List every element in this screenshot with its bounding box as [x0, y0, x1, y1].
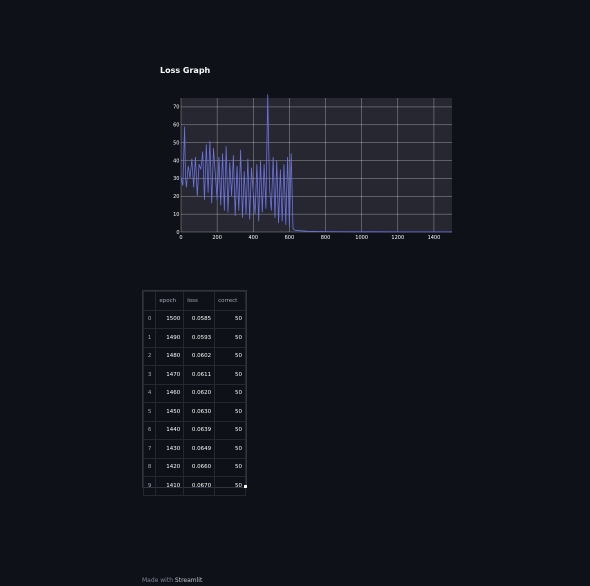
- loss-cell[interactable]: 0.0660: [183, 457, 216, 477]
- x-tick-label: 1000: [355, 235, 368, 241]
- epoch-cell[interactable]: 1460: [155, 383, 185, 403]
- loss-cell[interactable]: 0.0611: [183, 365, 216, 385]
- y-tick-label: 0: [176, 230, 179, 236]
- epoch-cell[interactable]: 1470: [155, 365, 185, 385]
- loss-cell[interactable]: 0.0649: [183, 439, 216, 459]
- loss-cell[interactable]: 0.0639: [183, 420, 216, 440]
- x-tick-label: 1400: [428, 235, 441, 241]
- row-index: 0: [142, 309, 157, 329]
- y-tick-label: 50: [173, 140, 179, 146]
- loss-cell[interactable]: 0.0585: [183, 309, 216, 329]
- epoch-cell[interactable]: 1420: [155, 457, 185, 477]
- epoch-table[interactable]: epoch loss correct 0 1500 0.0585 50 1 14…: [142, 290, 247, 496]
- x-tick-label: 0: [179, 235, 182, 241]
- loss-cell[interactable]: 0.0620: [183, 383, 216, 403]
- row-index: 5: [142, 402, 157, 422]
- correct-cell[interactable]: 50: [214, 383, 246, 403]
- x-tick-label: 600: [285, 235, 295, 241]
- y-tick-label: 70: [173, 105, 179, 111]
- loss-cell[interactable]: 0.0670: [183, 476, 216, 496]
- table-row: 9 1410 0.0670 50: [142, 476, 246, 496]
- row-index: 3: [142, 365, 157, 385]
- table-row: 4 1460 0.0620 50: [142, 383, 246, 403]
- y-tick-label: 60: [173, 123, 179, 129]
- y-tick-label: 20: [173, 194, 179, 200]
- table-resize-handle[interactable]: [244, 485, 247, 488]
- table-row: 5 1450 0.0630 50: [142, 402, 246, 422]
- row-index: 8: [142, 457, 157, 477]
- row-index: 2: [142, 346, 157, 366]
- correct-cell[interactable]: 50: [214, 439, 246, 459]
- correct-cell[interactable]: 50: [214, 476, 246, 496]
- y-tick-label: 30: [173, 176, 179, 182]
- y-tick-label: 40: [173, 158, 179, 164]
- table-row: 7 1430 0.0649 50: [142, 439, 246, 459]
- correct-cell[interactable]: 50: [214, 346, 246, 366]
- chart-title: Loss Graph: [160, 66, 211, 75]
- x-tick-label: 1200: [391, 235, 404, 241]
- y-tick-label: 10: [173, 212, 179, 218]
- x-tick-label: 400: [248, 235, 258, 241]
- row-index: 9: [142, 476, 157, 496]
- loss-cell[interactable]: 0.0630: [183, 402, 216, 422]
- table-row: 6 1440 0.0639 50: [142, 420, 246, 440]
- correct-cell[interactable]: 50: [214, 420, 246, 440]
- column-header-epoch[interactable]: epoch: [155, 291, 185, 311]
- x-tick-label: 800: [321, 235, 331, 241]
- table-row: 8 1420 0.0660 50: [142, 457, 246, 477]
- table-row: 3 1470 0.0611 50: [142, 365, 246, 385]
- x-tick-label: 200: [212, 235, 222, 241]
- correct-cell[interactable]: 50: [214, 457, 246, 477]
- epoch-cell[interactable]: 1480: [155, 346, 185, 366]
- correct-cell[interactable]: 50: [214, 365, 246, 385]
- table-row: 0 1500 0.0585 50: [142, 309, 246, 329]
- epoch-cell[interactable]: 1440: [155, 420, 185, 440]
- epoch-cell[interactable]: 1410: [155, 476, 185, 496]
- epoch-cell[interactable]: 1500: [155, 309, 185, 329]
- table-header-row: epoch loss correct: [142, 291, 246, 311]
- footer: Made with Streamlit: [142, 577, 202, 584]
- plot-background: [181, 98, 452, 232]
- epoch-cell[interactable]: 1430: [155, 439, 185, 459]
- streamlit-link[interactable]: Streamlit: [175, 577, 202, 584]
- loss-cell[interactable]: 0.0593: [183, 328, 216, 348]
- row-index: 7: [142, 439, 157, 459]
- correct-cell[interactable]: 50: [214, 402, 246, 422]
- table-row: 2 1480 0.0602 50: [142, 346, 246, 366]
- row-index: 6: [142, 420, 157, 440]
- correct-cell[interactable]: 50: [214, 328, 246, 348]
- column-header-index[interactable]: [142, 291, 157, 311]
- app-page: Loss Graph 0 200 400 600 800 1000 1200 1400 0 10 2…: [0, 0, 590, 586]
- row-index: 4: [142, 383, 157, 403]
- column-header-loss[interactable]: loss: [183, 291, 216, 311]
- column-header-correct[interactable]: correct: [214, 291, 246, 311]
- row-index: 1: [142, 328, 157, 348]
- footer-prefix: Made with: [142, 577, 175, 584]
- table-row: 1 1490 0.0593 50: [142, 328, 246, 348]
- epoch-cell[interactable]: 1490: [155, 328, 185, 348]
- loss-line-chart[interactable]: 0 200 400 600 800 1000 1200 1400 0 10 20 30 40 50 60 70: [170, 94, 460, 246]
- correct-cell[interactable]: 50: [214, 309, 246, 329]
- epoch-cell[interactable]: 1450: [155, 402, 185, 422]
- loss-cell[interactable]: 0.0602: [183, 346, 216, 366]
